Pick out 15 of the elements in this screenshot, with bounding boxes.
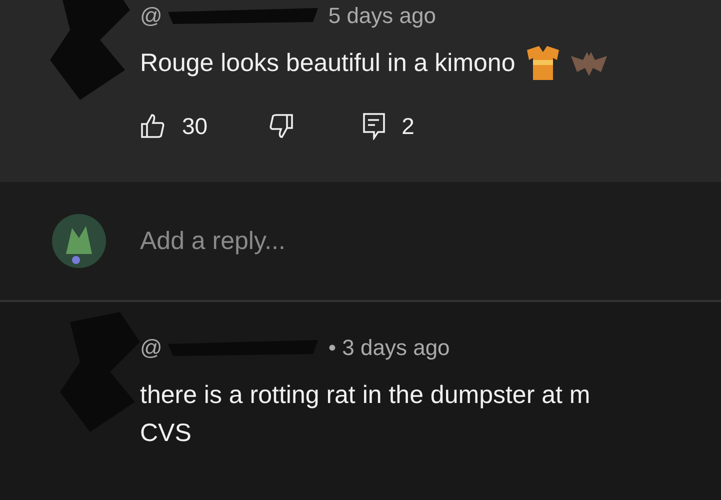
thumbs-up-icon[interactable] <box>140 113 166 139</box>
username: @ <box>140 335 162 361</box>
kimono-icon <box>525 46 562 80</box>
timestamp: 5 days ago <box>328 3 436 29</box>
timestamp: • 3 days ago <box>328 335 450 361</box>
comment-text: there is a rotting rat in the dumpster at m <box>140 380 590 411</box>
username: @ <box>140 3 162 29</box>
thumbs-down-icon[interactable] <box>268 113 294 139</box>
reply-field[interactable]: Add a reply... <box>140 226 440 256</box>
reply-count: 2 <box>402 112 414 140</box>
reply-icon[interactable] <box>362 112 386 140</box>
avatar <box>52 214 106 268</box>
comment-text: Rouge looks beautiful in a kimono <box>140 48 516 79</box>
comment-text: CVS <box>140 418 192 449</box>
like-count: 30 <box>182 112 208 140</box>
